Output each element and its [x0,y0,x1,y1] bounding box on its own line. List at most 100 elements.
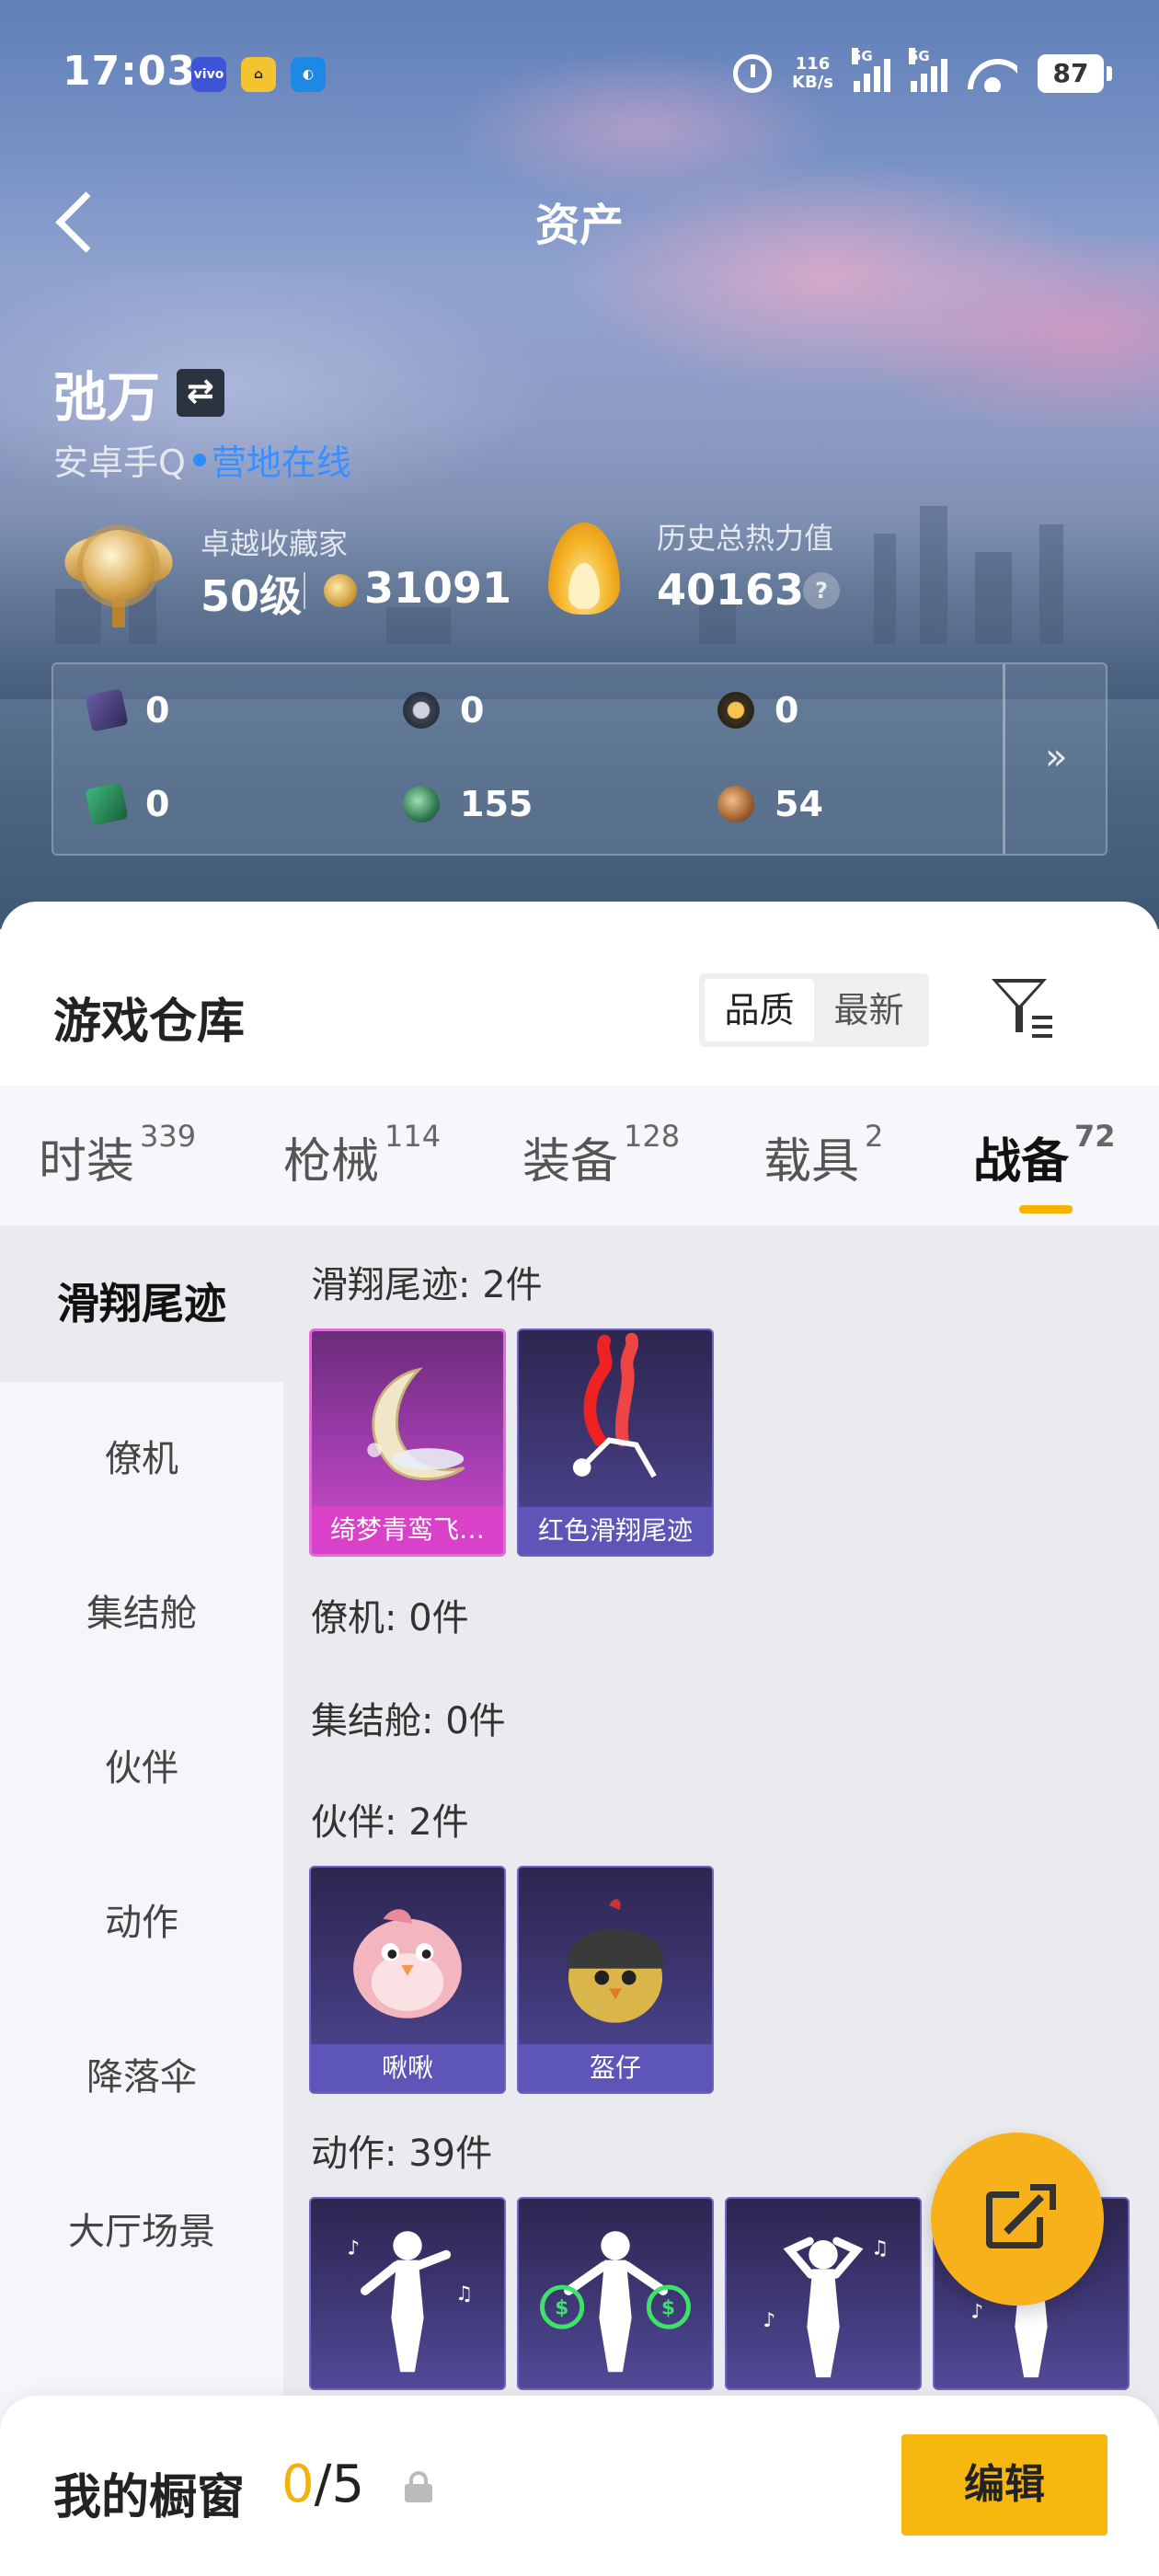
dance-pose-icon: ♪♫ [347,2231,473,2373]
showcase-bar: 我的橱窗 0/5 编辑 [0,2396,1159,2576]
alarm-icon [733,54,773,93]
currency-item: 0 [403,690,484,730]
crescent-moon-icon [367,1367,465,1481]
warehouse-sheet: 游戏仓库 品质 最新 时装 339 枪械 114 装备 128 载具 2 战备 72 滑翔… [0,902,1159,2576]
currency-item: 0 [85,688,169,732]
edit-button[interactable]: 编辑 [901,2434,1107,2536]
category-tabs: 时装 339 枪械 114 装备 128 载具 2 战备 72 [0,1086,1159,1225]
currency-item: 155 [403,784,533,824]
section-header-capsule: 集结舱: 0件 [311,1700,506,1742]
bronze-orb-icon [717,786,754,822]
currency-item: 0 [717,690,798,730]
item-name: 盔仔 [519,2044,712,2092]
subcategory-sidebar: 滑翔尾迹 僚机 集结舱 伙伴 动作 降落伞 大厅场景 [0,1225,283,2576]
user-name-row: 弛万 ⇄ [53,354,225,431]
section-header-action: 动作: 39件 [311,2133,493,2175]
collector-title: 卓越收藏家 [201,526,349,561]
heat-flame-icon [543,523,625,624]
help-icon[interactable]: ? [803,572,840,609]
switch-account-icon[interactable]: ⇄ [177,369,225,417]
silver-coin-icon [403,692,440,729]
status-bar: 17:03 vivo ⌂ ◐ 116 KB/s 5G 5G 87 [0,0,1159,138]
helmet-chick-icon [568,1899,664,2023]
money-bags-pose-icon: $ $ [540,2231,691,2373]
sidebar-item-lobby-scene[interactable]: 大厅场景 [0,2155,283,2309]
divider [1003,664,1005,854]
online-status: 营地在线 [211,443,351,483]
sidebar-item-parachute[interactable]: 降落伞 [0,2000,283,2155]
hands-on-head-pose-icon: ♪♫ [763,2237,889,2378]
heat-value: 40163 [657,565,805,615]
section-header-partner: 伙伴: 2件 [311,1801,469,1844]
sidebar-item-partner[interactable]: 伙伴 [0,1691,283,1846]
svg-text:♪: ♪ [347,2237,360,2260]
collector-points: 31091 [364,563,512,613]
clock: 17:03 [63,48,197,95]
purple-card-icon [85,688,129,732]
svg-text:$: $ [555,2296,568,2319]
wifi-icon [968,55,1017,92]
vivo-app-icon: vivo [191,57,226,92]
signal-icon-2: 5G [909,48,947,92]
online-dot-icon [192,453,206,466]
item-name: 啾啾 [311,2044,504,2092]
active-tab-indicator [1019,1205,1073,1213]
user-name: 弛万 [53,366,161,429]
platform-label: 安卓手Q [53,443,186,483]
showcase-title: 我的橱窗 [53,2470,246,2525]
red-smoke-trail-icon [572,1332,657,1478]
sort-newest[interactable]: 最新 [814,979,924,1041]
action-card[interactable]: ♪ ♫ [309,2197,506,2390]
page-title: 资产 [534,200,624,251]
action-card[interactable]: ♪ ♫ [725,2197,922,2390]
action-card[interactable]: $ $ [517,2197,714,2390]
item-card[interactable]: 绮梦青鸾飞… [309,1328,506,1557]
currency-item: 0 [85,782,169,826]
item-name: 绮梦青鸾飞… [312,1506,503,1554]
tab-guns[interactable]: 枪械 114 [283,1119,441,1191]
browser-app-icon: ◐ [291,57,326,92]
collector-coin-icon [324,574,357,607]
currency-item: 54 [717,784,823,824]
section-header-wingman: 僚机: 0件 [311,1597,469,1639]
item-card[interactable]: 盔仔 [517,1866,714,2094]
gold-coin-icon [717,692,754,729]
svg-text:♪: ♪ [970,2300,983,2323]
share-button[interactable] [931,2133,1104,2306]
tab-equipment[interactable]: 装备 128 [522,1119,680,1191]
currency-panel[interactable]: 0 0 0 0 155 54 » [52,662,1107,856]
svg-text:♫: ♫ [455,2283,473,2306]
collector-level: 50级 [201,571,303,621]
svg-text:$: $ [661,2296,675,2319]
filter-icon[interactable] [992,979,1056,1043]
network-speed: 116 KB/s [792,54,833,92]
divider [304,572,305,609]
sidebar-item-glide-trail[interactable]: 滑翔尾迹 [0,1225,283,1382]
svg-text:♪: ♪ [763,2309,775,2332]
battery-indicator: 87 [1038,54,1112,93]
item-card[interactable]: 红色滑翔尾迹 [517,1328,714,1557]
tab-fashion[interactable]: 时装 339 [39,1119,196,1191]
sidebar-item-capsule[interactable]: 集结舱 [0,1536,283,1691]
more-arrow-icon[interactable]: » [1045,736,1067,778]
pink-bird-icon [353,1909,462,2018]
signal-icon: 5G [852,48,890,92]
showcase-count: 0/5 [281,2455,365,2514]
sort-toggle[interactable]: 品质 最新 [699,973,929,1047]
svg-text:♫: ♫ [871,2237,889,2260]
collector-medal-icon[interactable] [58,523,179,627]
item-card[interactable]: 啾啾 [309,1866,506,2094]
warehouse-title: 游戏仓库 [53,995,246,1050]
sort-quality[interactable]: 品质 [705,979,814,1041]
game-app-icon: ⌂ [241,57,276,92]
green-orb-icon [403,786,440,822]
lock-icon [405,2471,432,2502]
tab-readiness[interactable]: 战备 72 [973,1119,1116,1191]
sidebar-item-wingman[interactable]: 僚机 [0,1382,283,1536]
heat-label: 历史总热力值 [657,521,834,556]
item-content: 滑翔尾迹: 2件 绮梦青鸾飞… 红色滑翔尾迹 僚机: 0件 集结舱: 0件 伙伴… [283,1225,1159,2576]
tab-vehicles[interactable]: 载具 2 [763,1119,883,1191]
section-header-glide: 滑翔尾迹: 2件 [311,1264,543,1306]
sidebar-item-action[interactable]: 动作 [0,1846,283,2000]
user-subline: 安卓手Q 营地在线 [53,434,351,485]
